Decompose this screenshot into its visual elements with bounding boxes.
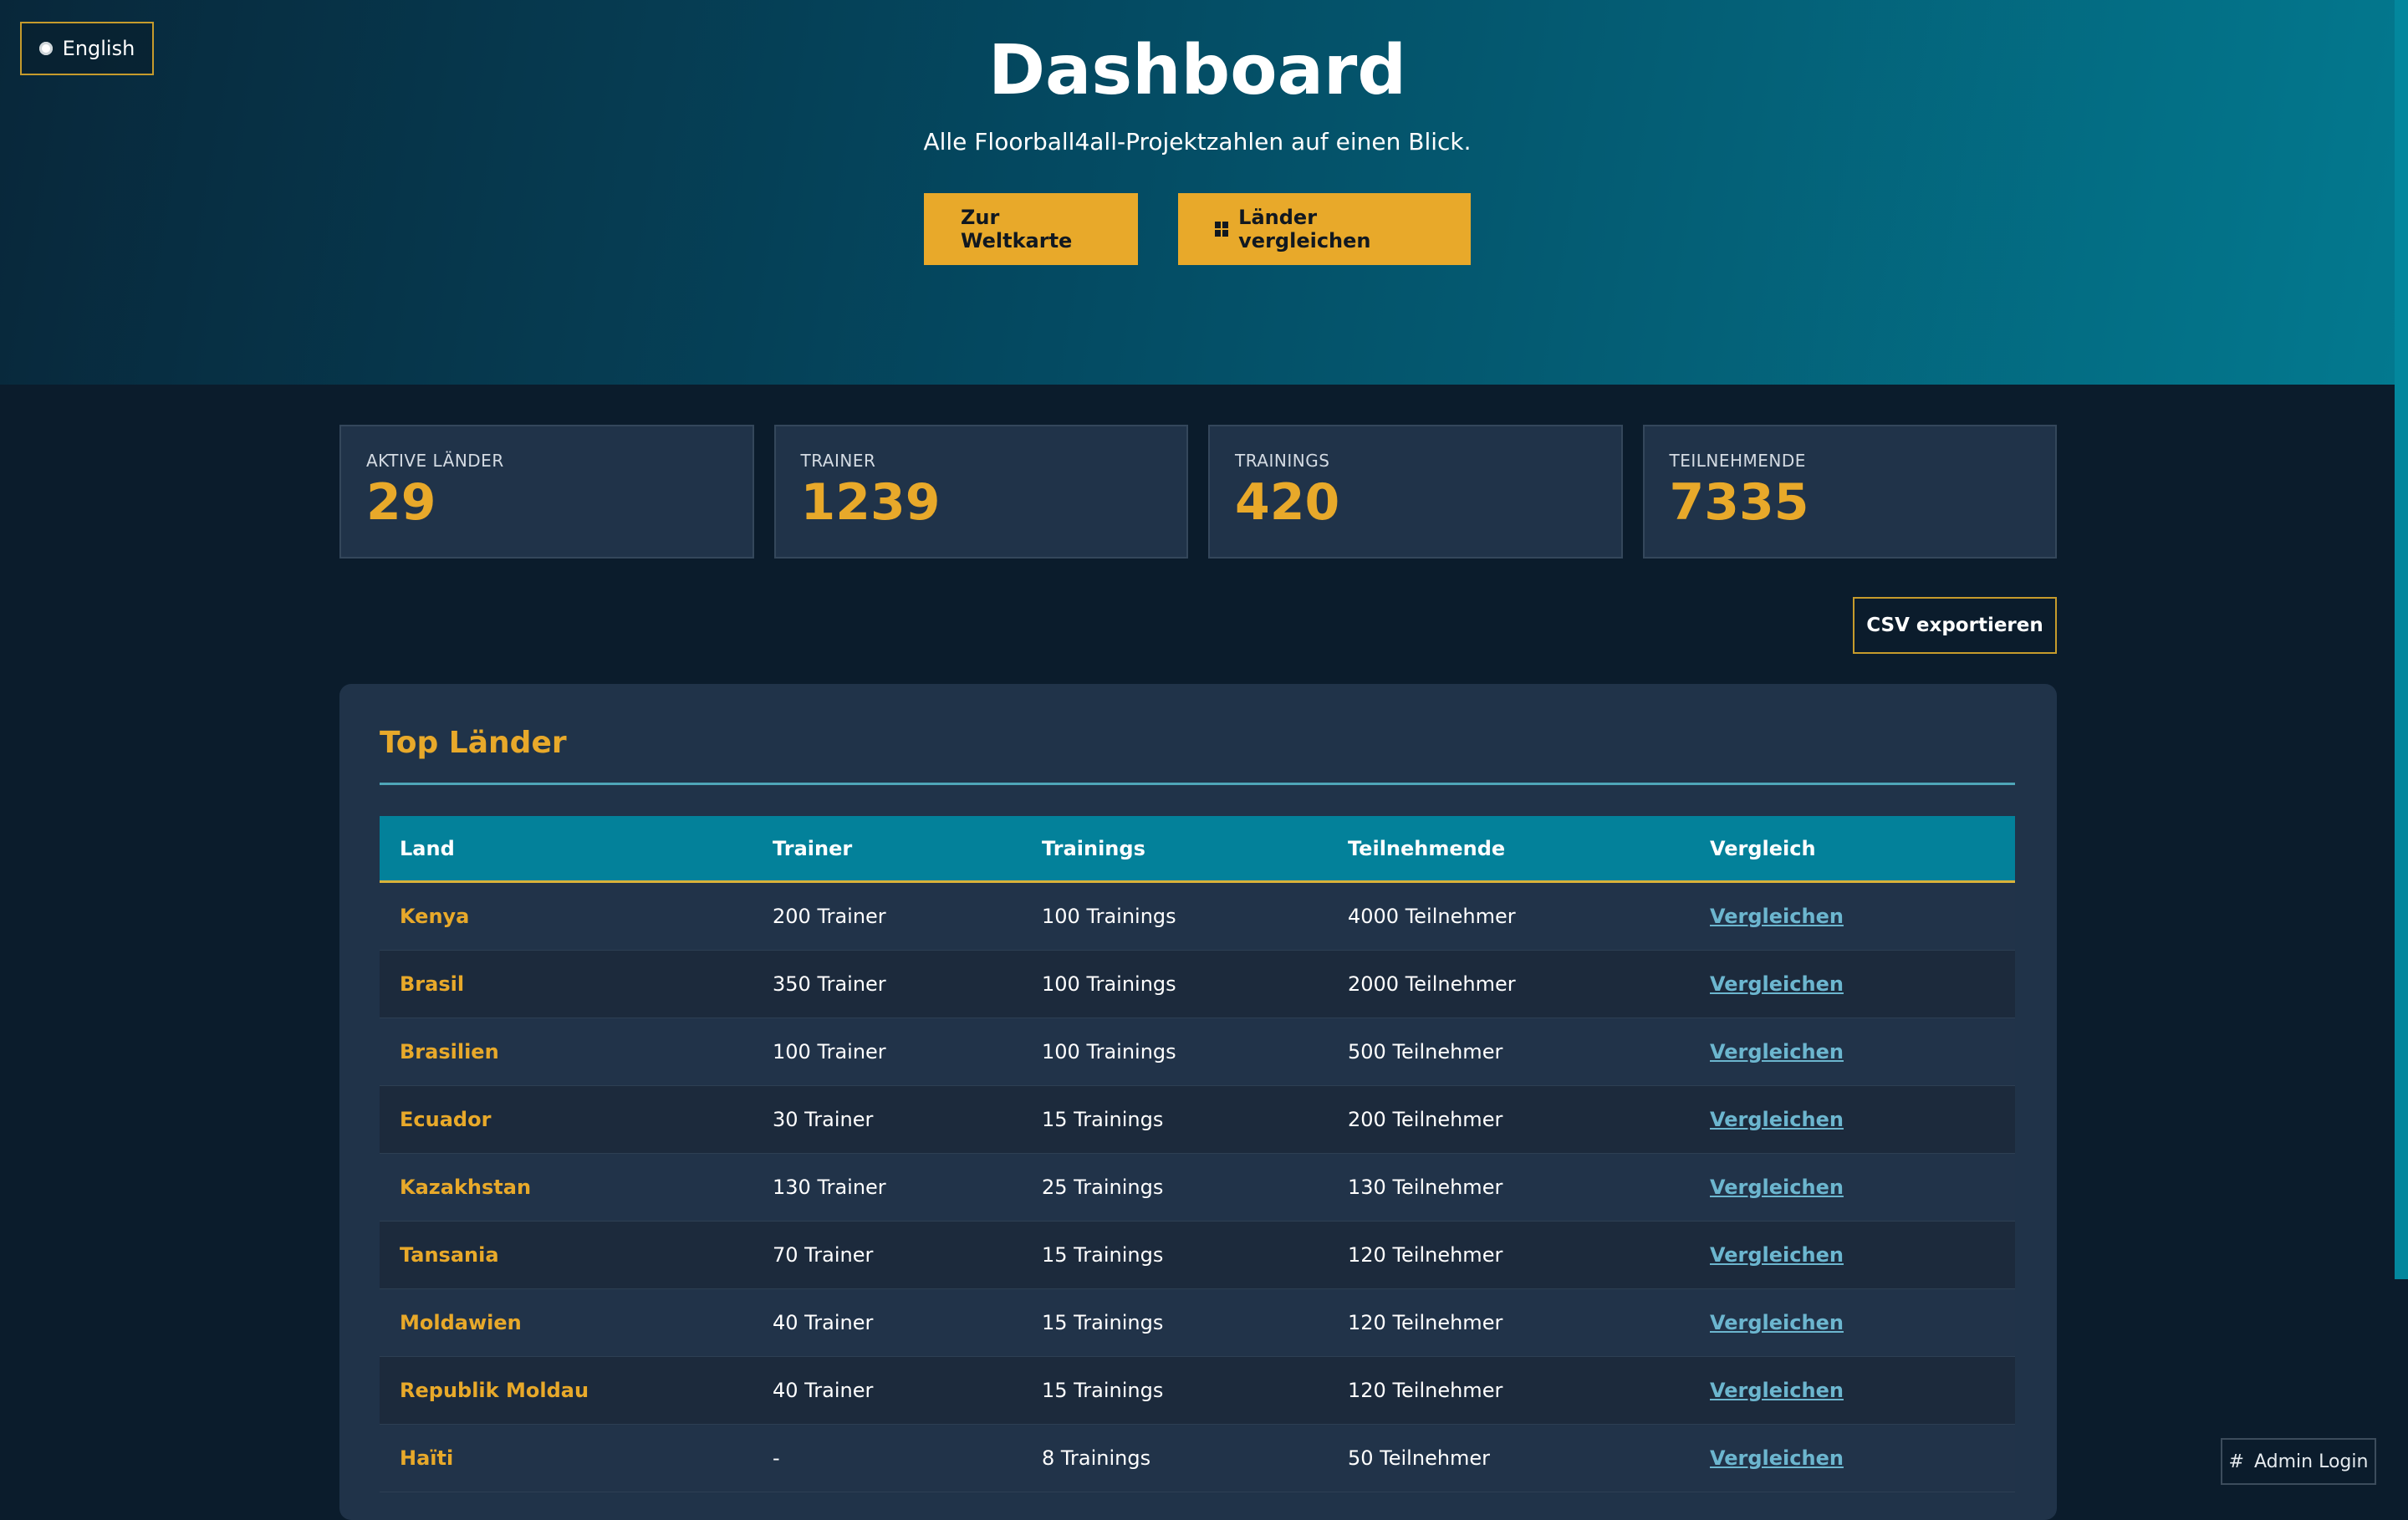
stat-value: 7335 [1669, 473, 1809, 532]
stat-label: AKTIVE LÄNDER [366, 451, 504, 471]
country-name: Tansania [400, 1243, 499, 1267]
compare-countries-button[interactable]: Länder vergleichen [1178, 193, 1471, 265]
table-header: Land Trainer Trainings Teilnehmende Verg… [380, 816, 2015, 883]
table-row: Kenya 200 Trainer 100 Trainings 4000 Tei… [380, 883, 2015, 951]
country-name: Haïti [400, 1446, 454, 1470]
trainer-count: 40 Trainer [773, 1379, 874, 1402]
admin-login-button[interactable]: # Admin Login [2221, 1438, 2376, 1485]
trainer-count: 70 Trainer [773, 1243, 874, 1267]
page-subtitle: Alle Floorball4all-Projektzahlen auf ein… [923, 128, 1472, 156]
stat-label: TRAINER [800, 451, 876, 471]
country-name: Republik Moldau [400, 1379, 589, 1402]
hash-icon: # [2228, 1451, 2244, 1472]
world-map-button[interactable]: Zur Weltkarte [924, 193, 1138, 265]
grid-icon [1215, 222, 1229, 237]
column-header-trainings: Trainings [1042, 836, 1145, 860]
trainer-count: 40 Trainer [773, 1311, 874, 1334]
table-row: Republik Moldau 40 Trainer 15 Trainings … [380, 1357, 2015, 1425]
table-row: Haïti - 8 Trainings 50 Teilnehmer Vergle… [380, 1425, 2015, 1492]
compare-link[interactable]: Vergleichen [1710, 972, 1844, 996]
stat-card-trainings: TRAININGS 420 [1208, 425, 1623, 559]
top-countries-panel: Top Länder Land Trainer Trainings Teilne… [339, 684, 2057, 1520]
compare-link[interactable]: Vergleichen [1710, 1243, 1844, 1267]
column-header-land: Land [400, 836, 455, 860]
trainer-count: 200 Trainer [773, 905, 886, 928]
trainer-count: 30 Trainer [773, 1108, 874, 1131]
compare-link[interactable]: Vergleichen [1710, 1040, 1844, 1063]
trainings-count: 100 Trainings [1042, 972, 1176, 996]
compare-countries-button-label: Länder vergleichen [1238, 206, 1371, 252]
compare-link[interactable]: Vergleichen [1710, 1176, 1844, 1199]
stat-value: 420 [1235, 473, 1340, 532]
admin-login-label: Admin Login [2253, 1451, 2369, 1472]
table-row: Tansania 70 Trainer 15 Trainings 120 Tei… [380, 1222, 2015, 1289]
country-name: Kenya [400, 905, 470, 928]
country-name: Moldawien [400, 1311, 522, 1334]
hero-actions: Zur Weltkarte Länder vergleichen [0, 193, 2395, 265]
page-title: Dashboard [987, 31, 1407, 110]
stat-value: 1239 [800, 473, 941, 532]
participant-count: 500 Teilnehmer [1348, 1040, 1503, 1063]
trainings-count: 15 Trainings [1042, 1311, 1164, 1334]
stat-card-active-countries: AKTIVE LÄNDER 29 [339, 425, 754, 559]
participant-count: 50 Teilnehmer [1348, 1446, 1491, 1470]
compare-link[interactable]: Vergleichen [1710, 1311, 1844, 1334]
country-name: Kazakhstan [400, 1176, 532, 1199]
participant-count: 120 Teilnehmer [1348, 1311, 1503, 1334]
table-row: Brasil 350 Trainer 100 Trainings 2000 Te… [380, 951, 2015, 1018]
compare-link[interactable]: Vergleichen [1710, 1379, 1844, 1402]
participant-count: 120 Teilnehmer [1348, 1379, 1503, 1402]
top-countries-table: Land Trainer Trainings Teilnehmende Verg… [380, 816, 2015, 1492]
participant-count: 2000 Teilnehmer [1348, 972, 1516, 996]
table-row: Ecuador 30 Trainer 15 Trainings 200 Teil… [380, 1086, 2015, 1154]
table-row: Kazakhstan 130 Trainer 25 Trainings 130 … [380, 1154, 2015, 1222]
participant-count: 200 Teilnehmer [1348, 1108, 1503, 1131]
trainings-count: 100 Trainings [1042, 905, 1176, 928]
country-name: Ecuador [400, 1108, 492, 1131]
stats-row: AKTIVE LÄNDER 29 TRAINER 1239 TRAININGS … [339, 425, 2057, 559]
world-map-button-label: Zur Weltkarte [961, 206, 1073, 252]
stat-value: 29 [366, 473, 436, 532]
compare-link[interactable]: Vergleichen [1710, 1446, 1844, 1470]
panel-title: Top Länder [380, 726, 567, 760]
trainer-count: 130 Trainer [773, 1176, 886, 1199]
trainings-count: 8 Trainings [1042, 1446, 1151, 1470]
trainings-count: 25 Trainings [1042, 1176, 1164, 1199]
column-header-participants: Teilnehmende [1348, 836, 1506, 860]
page-scrollbar-thumb[interactable] [2395, 0, 2408, 1279]
stat-label: TEILNEHMENDE [1669, 451, 1806, 471]
csv-export-button[interactable]: CSV exportieren [1853, 597, 2057, 654]
country-name: Brasil [400, 972, 465, 996]
trainings-count: 100 Trainings [1042, 1040, 1176, 1063]
trainer-count: 100 Trainer [773, 1040, 886, 1063]
stat-card-participants: TEILNEHMENDE 7335 [1642, 425, 2057, 559]
stat-label: TRAININGS [1235, 451, 1330, 471]
trainer-count: 350 Trainer [773, 972, 886, 996]
stat-card-trainer: TRAINER 1239 [773, 425, 1188, 559]
country-name: Brasilien [400, 1040, 499, 1063]
compare-link[interactable]: Vergleichen [1710, 1108, 1844, 1131]
participant-count: 4000 Teilnehmer [1348, 905, 1516, 928]
trainer-count: - [773, 1446, 780, 1470]
participant-count: 120 Teilnehmer [1348, 1243, 1503, 1267]
trainings-count: 15 Trainings [1042, 1379, 1164, 1402]
compare-link[interactable]: Vergleichen [1710, 905, 1844, 928]
table-row: Moldawien 40 Trainer 15 Trainings 120 Te… [380, 1289, 2015, 1357]
csv-export-label: CSV exportieren [1866, 615, 2043, 636]
table-row: Brasilien 100 Trainer 100 Trainings 500 … [380, 1018, 2015, 1086]
trainings-count: 15 Trainings [1042, 1243, 1164, 1267]
column-header-compare: Vergleich [1710, 836, 1816, 860]
participant-count: 130 Teilnehmer [1348, 1176, 1503, 1199]
trainings-count: 15 Trainings [1042, 1108, 1164, 1131]
panel-divider [380, 783, 2015, 785]
column-header-trainer: Trainer [773, 836, 853, 860]
